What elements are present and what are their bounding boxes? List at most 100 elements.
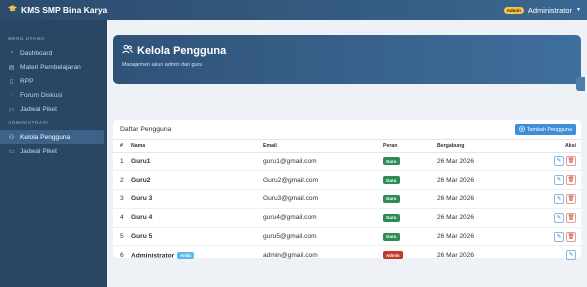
user-name: Guru1	[131, 152, 263, 172]
joined-date: 26 Mar 2026	[437, 227, 537, 247]
row-number: 1	[113, 152, 131, 172]
user-email: Guru2@gmail.com	[263, 170, 383, 191]
role-badge: Guru	[383, 213, 400, 222]
trash-icon: 🗑	[567, 214, 575, 221]
sidebar-item-jadwal[interactable]: ▭ Jadwal Piket	[0, 102, 107, 116]
edit-button[interactable]: ✎	[554, 175, 564, 186]
role-badge: Guru	[383, 157, 400, 166]
joined-date: 26 Mar 2026	[437, 208, 537, 228]
row-number: 3	[113, 189, 131, 209]
delete-button[interactable]: 🗑	[566, 231, 576, 242]
joined-date: 26 Mar 2026	[437, 152, 537, 172]
trash-icon: 🗑	[567, 233, 575, 240]
edit-button[interactable]: ✎	[554, 193, 564, 204]
users-table: # Nama Email Peran Bergabung Aksi 1 Guru…	[113, 140, 581, 266]
user-email: guru5@gmail.com	[263, 227, 383, 247]
chevron-down-icon: ▼	[576, 7, 581, 13]
edit-button[interactable]: ✎	[554, 212, 564, 223]
sidebar-item-materi[interactable]: ▤ Materi Pembelajaran	[0, 60, 107, 74]
sidebar-item-label: RPP	[20, 77, 34, 85]
sidebar-item-rpp[interactable]: ▯ RPP	[0, 74, 107, 88]
graduation-cap-icon	[8, 5, 17, 15]
user-name: Guru 5	[131, 227, 263, 247]
sidebar: MENU UTAMA ◔ Dashboard ▤ Materi Pembelaj…	[0, 20, 107, 287]
user-email: Guru3@gmail.com	[263, 189, 383, 209]
page-title: Kelola Pengguna	[137, 44, 227, 57]
chat-icon: ◌	[9, 92, 14, 98]
col-no: #	[113, 140, 131, 153]
delete-button[interactable]: 🗑	[566, 193, 576, 204]
sidebar-item-forum[interactable]: ◌ Forum Diskusi	[0, 88, 107, 102]
user-email: guru4@gmail.com	[263, 208, 383, 228]
table-row: 1 Guru1 guru1@gmail.com Guru 26 Mar 2026…	[113, 152, 581, 172]
sidebar-item-label: Materi Pembelajaran	[20, 63, 81, 71]
table-row: 3 Guru 3 Guru3@gmail.com Guru 26 Mar 202…	[113, 189, 581, 209]
current-user-badge: Anda	[177, 251, 194, 259]
pencil-icon: ✎	[568, 252, 574, 259]
top-navbar: KMS SMP Bina Karya Admin Administrator ▼	[0, 0, 587, 20]
user-email: admin@gmail.com	[263, 245, 383, 266]
add-user-button[interactable]: Tambah Pengguna	[514, 124, 576, 135]
pencil-icon: ✎	[556, 233, 562, 240]
document-icon: ▯	[9, 78, 14, 85]
sidebar-item-dashboard[interactable]: ◔ Dashboard	[0, 46, 107, 60]
col-action: Aksi	[537, 140, 581, 153]
app-title: KMS SMP Bina Karya	[21, 5, 108, 15]
trash-icon: 🗑	[567, 177, 575, 184]
sidebar-item-jadwal-admin[interactable]: ▭ Jadwal Piket	[0, 144, 107, 158]
sidebar-section-main: MENU UTAMA	[8, 36, 46, 41]
delete-button[interactable]: 🗑	[566, 175, 576, 186]
user-name-cell: Administrator Anda	[131, 245, 263, 266]
role-badge: Guru	[383, 176, 400, 185]
book-icon: ▤	[8, 64, 15, 71]
user-name: Administrator	[527, 5, 573, 15]
sidebar-item-kelola-pengguna[interactable]: ⚇ Kelola Pengguna	[0, 130, 104, 144]
edit-button[interactable]: ✎	[554, 231, 564, 242]
sidebar-item-label: Dashboard	[20, 49, 53, 57]
sidebar-item-label: Jadwal Piket	[20, 105, 58, 113]
pencil-icon: ✎	[556, 214, 562, 221]
page-header: Kelola Pengguna Manajemen akun admin dan…	[113, 35, 585, 91]
plus-circle-icon	[518, 125, 525, 134]
table-row: 5 Guru 5 guru5@gmail.com Guru 26 Mar 202…	[113, 227, 581, 247]
calendar-icon: ▭	[8, 148, 15, 155]
pencil-icon: ✎	[556, 195, 562, 202]
add-user-label: Tambah Pengguna	[526, 126, 572, 133]
user-menu[interactable]: Admin Administrator ▼	[503, 5, 587, 15]
delete-button[interactable]: 🗑	[566, 212, 576, 223]
table-row: 2 Guru2 Guru2@gmail.com Guru 26 Mar 2026…	[113, 170, 581, 191]
col-role[interactable]: Peran	[383, 140, 437, 153]
row-number: 4	[113, 208, 131, 228]
row-number: 2	[113, 170, 131, 191]
user-name: Guru 3	[131, 189, 263, 209]
user-name: Administrator	[131, 252, 175, 259]
users-icon	[122, 44, 134, 57]
user-email: guru1@gmail.com	[263, 152, 383, 172]
trash-icon: 🗑	[567, 158, 575, 165]
col-name[interactable]: Nama	[131, 140, 263, 153]
role-badge: Guru	[383, 232, 400, 241]
users-icon: ⚇	[8, 134, 15, 141]
table-title: Daftar Pengguna	[120, 126, 172, 133]
joined-date: 26 Mar 2026	[437, 189, 537, 209]
role-badge: Admin	[503, 6, 524, 14]
sidebar-item-label: Kelola Pengguna	[20, 133, 71, 141]
table-row: 4 Guru 4 guru4@gmail.com Guru 26 Mar 202…	[113, 208, 581, 228]
role-badge: Guru	[383, 194, 400, 203]
edit-button[interactable]: ✎	[566, 250, 576, 261]
user-name: Guru 4	[131, 208, 263, 228]
side-toggle-tab[interactable]	[576, 77, 585, 91]
page-subtitle: Manajemen akun admin dan guru	[122, 62, 203, 68]
user-name: Guru2	[131, 170, 263, 191]
delete-button[interactable]: 🗑	[566, 156, 576, 167]
brand[interactable]: KMS SMP Bina Karya	[0, 5, 107, 15]
calendar-icon: ▭	[8, 106, 15, 113]
col-email[interactable]: Email	[263, 140, 383, 153]
dashboard-icon: ◔	[9, 50, 14, 56]
col-joined[interactable]: Bergabung	[437, 140, 537, 153]
edit-button[interactable]: ✎	[554, 156, 564, 167]
pencil-icon: ✎	[556, 177, 562, 184]
pencil-icon: ✎	[556, 158, 562, 165]
role-badge: Admin	[383, 251, 403, 260]
sidebar-item-label: Forum Diskusi	[20, 91, 63, 99]
